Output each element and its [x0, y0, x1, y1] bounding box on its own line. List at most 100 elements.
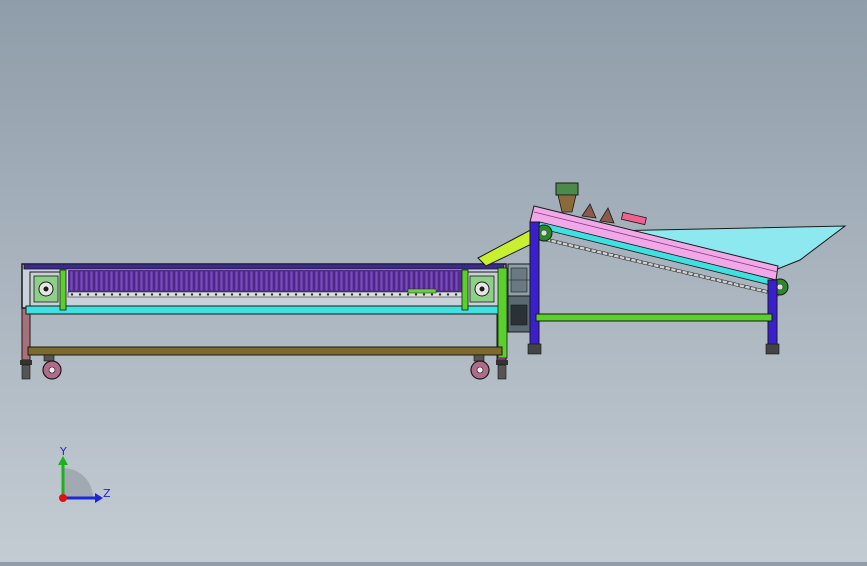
return-chain-link: [670, 267, 677, 273]
chain-link: [454, 293, 458, 296]
return-chain-link: [715, 278, 723, 283]
belt-slat: [184, 270, 189, 292]
belt-slat: [329, 270, 334, 292]
chain-link: [278, 293, 282, 296]
deck-cleat-2: [599, 207, 615, 224]
return-chain-link: [750, 286, 757, 291]
z-axis-arrow: [95, 493, 103, 503]
belt-slat: [419, 270, 424, 292]
belt-slat: [89, 270, 94, 292]
chain-link: [198, 293, 202, 296]
chain-link: [230, 293, 234, 296]
belt-slat: [159, 270, 164, 292]
chain-link: [190, 293, 194, 296]
z-axis-label: Z: [103, 487, 111, 500]
belt-slat: [114, 270, 119, 292]
chain-link: [350, 293, 354, 296]
belt-slat: [194, 270, 199, 292]
belt-slat: [319, 270, 324, 292]
belt-slat: [304, 270, 309, 292]
chain-link: [310, 293, 314, 296]
belt-slat: [169, 270, 174, 292]
belt-slat: [264, 270, 269, 292]
machine-drawing: Y Z: [20, 182, 847, 503]
belt-slat: [249, 270, 254, 292]
belt-slat: [449, 270, 454, 292]
incline-left-leg: [529, 221, 540, 347]
chain-link: [206, 293, 210, 296]
belt-slat: [239, 270, 244, 292]
right-bracket: [497, 267, 508, 359]
chain-link: [342, 293, 346, 296]
belt-slat: [414, 270, 419, 292]
belt-slat: [344, 270, 349, 292]
right-caster: [470, 354, 490, 380]
belt-slat: [314, 270, 319, 292]
chain-link: [366, 293, 370, 296]
return-chain-link: [562, 241, 569, 247]
belt-slat: [209, 270, 214, 292]
return-chain-link: [573, 244, 580, 250]
return-chain-link: [630, 257, 637, 263]
return-chain-link: [721, 279, 728, 285]
return-chain-link: [698, 274, 705, 279]
return-chain-link: [710, 276, 717, 282]
left-foot-pad: [21, 364, 31, 380]
return-chain-link: [556, 240, 563, 246]
belt-slat: [354, 270, 359, 292]
belt-slat: [279, 270, 284, 292]
belt-slat: [134, 270, 139, 292]
cad-viewport[interactable]: Y Z: [0, 0, 867, 562]
belt-slat: [289, 270, 294, 292]
belt-slat: [284, 270, 289, 292]
belt-slat: [144, 270, 149, 292]
belt-slat: [379, 270, 384, 292]
belt-slat: [374, 270, 379, 292]
right-drive-hub: [479, 286, 485, 292]
chain-link: [286, 293, 290, 296]
belt-slat: [74, 270, 79, 292]
return-chain-link: [607, 252, 614, 258]
return-chain-link: [681, 270, 688, 275]
chain-link: [446, 293, 450, 296]
chain-link: [174, 293, 178, 296]
return-chain-link: [744, 284, 751, 290]
incline-right-foot: [765, 343, 780, 355]
belt-slat: [364, 270, 369, 292]
chain-link: [150, 293, 154, 296]
chain-link: [126, 293, 130, 296]
chain-link: [254, 293, 258, 296]
return-chain-link: [624, 256, 631, 262]
chain-link: [246, 293, 250, 296]
chain-link: [238, 293, 242, 296]
return-chain-link: [590, 248, 597, 254]
left-caster: [42, 354, 62, 380]
belt-slat: [259, 270, 264, 292]
return-chain-link: [647, 261, 654, 267]
top-rail: [23, 263, 505, 270]
return-chain-link: [584, 247, 591, 252]
return-chain-link: [755, 287, 762, 293]
axis-triad: Y Z: [58, 445, 111, 503]
return-chain-link: [596, 249, 603, 255]
belt-slat: [119, 270, 124, 292]
belt-slat: [154, 270, 159, 292]
chain-link: [270, 293, 274, 296]
belt-slat: [129, 270, 134, 292]
chain-link: [374, 293, 378, 296]
belt-slat: [334, 270, 339, 292]
belt-label-plate: [407, 288, 437, 294]
belt-slat: [274, 270, 279, 292]
return-chain-link: [567, 243, 574, 248]
incline-cross-brace: [535, 313, 773, 322]
chain-link: [158, 293, 162, 296]
chain-link: [334, 293, 338, 296]
belt-slat: [199, 270, 204, 292]
left-drive-hub: [43, 286, 49, 292]
top-mount-block: [555, 182, 579, 213]
belt-slat: [219, 270, 224, 292]
return-chain-link: [733, 282, 740, 287]
chain-link: [78, 293, 82, 296]
belt-slat: [94, 270, 99, 292]
horizontal-conveyor: [20, 263, 508, 380]
